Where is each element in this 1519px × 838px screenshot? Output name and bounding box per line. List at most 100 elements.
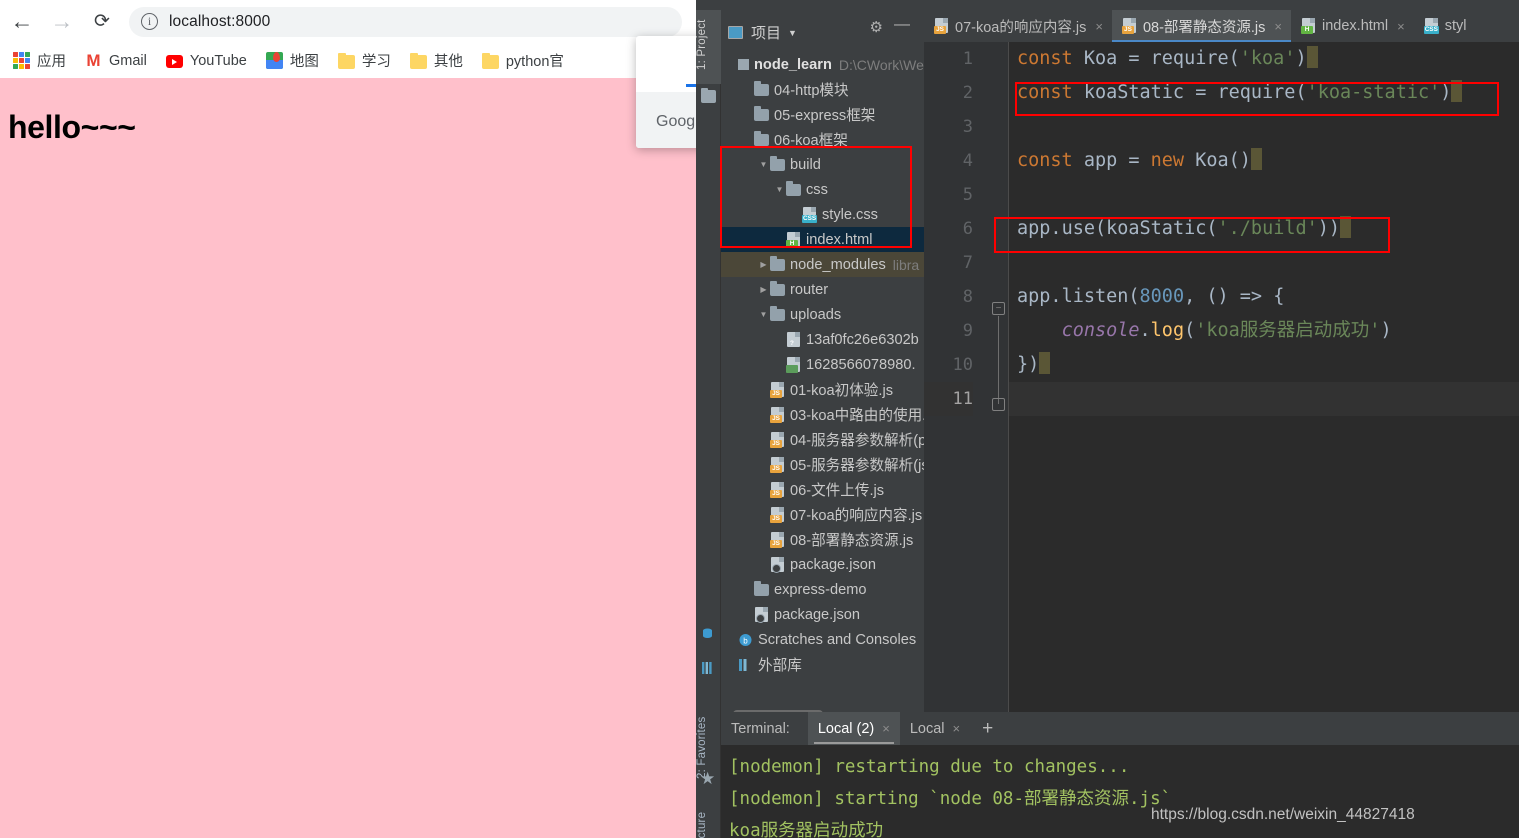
bookmark-youtube[interactable]: YouTube: [165, 53, 247, 69]
forward-arrow-icon[interactable]: →: [44, 4, 80, 40]
bookmark-label: python官: [505, 54, 564, 70]
bookmark-folder-python[interactable]: python官: [481, 50, 564, 71]
tree-row[interactable]: · 外部库: [721, 652, 924, 677]
tree-row[interactable]: ·JS 08-部署静态资源.js: [721, 527, 924, 552]
library-icon[interactable]: [702, 662, 713, 674]
editor-code-area[interactable]: const Koa = require('koa') const koaStati…: [1009, 42, 1519, 712]
chevron-right-icon[interactable]: ▶: [757, 260, 770, 269]
tree-row[interactable]: ▼ css: [721, 177, 924, 202]
tree-row[interactable]: ▼ build: [721, 152, 924, 177]
minimize-icon[interactable]: —: [894, 16, 910, 34]
tree-row[interactable]: · package.json: [721, 602, 924, 627]
bookmark-gmail[interactable]: M Gmail: [85, 51, 146, 70]
tree-row[interactable]: ·JS 03-koa中路由的使用.j: [721, 402, 924, 427]
chevron-down-icon[interactable]: ▼: [788, 28, 797, 38]
code-token: Koa(): [1195, 150, 1251, 171]
folder-icon: [754, 581, 769, 596]
tree-row[interactable]: ·? 13af0fc26e6302b: [721, 327, 924, 352]
tree-row[interactable]: · express-demo: [721, 577, 924, 602]
terminal-tab-label: Local (2): [817, 720, 875, 737]
tree-row-label: 05-express框架: [774, 108, 876, 124]
line-number: 7: [962, 253, 973, 273]
close-icon[interactable]: ×: [953, 721, 961, 736]
bookmark-folder-other[interactable]: 其他: [409, 50, 463, 71]
tree-row[interactable]: · node_learn D:\CWork\We: [721, 52, 924, 77]
sidebar-item-structure[interactable]: ucture: [696, 812, 721, 838]
bookmark-maps[interactable]: 地图: [265, 50, 319, 71]
database-icon[interactable]: [702, 628, 713, 639]
tree-row[interactable]: ·CSSstyle.css: [721, 202, 924, 227]
tree-row[interactable]: ·JS 07-koa的响应内容.js: [721, 502, 924, 527]
folder-icon: [770, 306, 785, 321]
code-token: new: [1150, 150, 1196, 171]
tree-row[interactable]: · 04-http模块: [721, 77, 924, 102]
code-token: app.: [1017, 286, 1062, 307]
html-file-icon: H: [786, 231, 801, 248]
code-token: 'koa服务器启动成功': [1195, 320, 1381, 341]
editor-tab[interactable]: JS 08-部署静态资源.js ×: [1111, 10, 1292, 42]
tree-row[interactable]: ·JS 01-koa初体验.js: [721, 377, 924, 402]
tree-row[interactable]: ▼ uploads: [721, 302, 924, 327]
editor-tab-label: index.html: [1322, 18, 1389, 34]
back-arrow-icon[interactable]: ←: [4, 4, 40, 40]
close-icon[interactable]: ×: [882, 721, 890, 736]
tree-row[interactable]: ·JS 06-文件上传.js: [721, 477, 924, 502]
bookmark-folder-study[interactable]: 学习: [337, 50, 391, 71]
terminal-label: Terminal:: [731, 720, 790, 737]
tree-row[interactable]: ▶ router: [721, 277, 924, 302]
ide-breadcrumb-strip: [696, 0, 1519, 10]
terminal-tab[interactable]: Local ×: [900, 712, 970, 745]
code-token: }): [1017, 354, 1040, 375]
tree-row[interactable]: ·JS 04-服务器参数解析(pa: [721, 427, 924, 452]
fold-marker-close-icon[interactable]: [992, 398, 1005, 411]
code-token: require(: [1150, 48, 1240, 69]
editor-caret-block: [1039, 352, 1051, 374]
tree-row[interactable]: ·Hindex.html: [721, 227, 924, 252]
tree-indent-spacer: ·: [741, 85, 754, 94]
editor-tab[interactable]: JS 07-koa的响应内容.js ×: [924, 10, 1112, 42]
project-file-tree[interactable]: · node_learn D:\CWork\We · 04-http模块 · 05-expr…: [721, 52, 924, 692]
editor-tab-bar[interactable]: JS 07-koa的响应内容.js × JS 08-部署静态资源.js × Hindex.h…: [924, 10, 1519, 42]
tree-row[interactable]: ▶ node_modules libra: [721, 252, 924, 277]
reload-icon[interactable]: ⟳: [84, 4, 120, 40]
code-token: use: [1061, 218, 1095, 239]
editor-tab-label: styl: [1444, 18, 1467, 34]
css-file-icon: CSS: [1423, 18, 1439, 34]
close-icon[interactable]: ×: [1095, 19, 1103, 34]
gear-icon[interactable]: ⚙: [870, 18, 883, 36]
address-bar-url: localhost:8000: [169, 12, 271, 30]
terminal-tab[interactable]: Local (2) ×: [807, 712, 900, 745]
tree-row[interactable]: ·JS 05-服务器参数解析(js: [721, 452, 924, 477]
folder-icon[interactable]: [701, 87, 716, 103]
tree-row-label: router: [790, 281, 829, 298]
tree-row[interactable]: · package.json: [721, 552, 924, 577]
site-info-icon[interactable]: i: [141, 13, 158, 30]
terminal-tab-bar[interactable]: Terminal: Local (2) × Local × +: [721, 712, 1519, 745]
close-icon[interactable]: ×: [1397, 19, 1405, 34]
star-icon[interactable]: ★: [700, 770, 715, 787]
chevron-right-icon[interactable]: ▶: [757, 285, 770, 294]
tree-row[interactable]: · b Scratches and Consoles: [721, 627, 924, 652]
tree-row-label: node_learn: [754, 56, 832, 73]
tree-row[interactable]: · 1628566078980.: [721, 352, 924, 377]
code-line: const app = new Koa(): [1009, 144, 1519, 178]
fold-marker-open-icon[interactable]: −: [992, 302, 1005, 315]
chevron-down-icon[interactable]: ▼: [773, 185, 786, 194]
chevron-down-icon[interactable]: ▼: [757, 310, 770, 319]
close-icon[interactable]: ×: [1274, 19, 1282, 34]
sidebar-item-project[interactable]: 1: Project: [696, 10, 721, 84]
folder-icon: [481, 52, 499, 69]
add-terminal-button[interactable]: +: [982, 718, 993, 740]
tree-row[interactable]: · 05-express框架: [721, 102, 924, 127]
gmail-icon: M: [86, 51, 101, 70]
code-line: const Koa = require('koa'): [1009, 42, 1519, 76]
editor-tab[interactable]: Hindex.html ×: [1291, 10, 1414, 42]
editor-tab[interactable]: CSS styl: [1414, 10, 1476, 42]
tree-row[interactable]: · 06-koa框架: [721, 127, 924, 152]
project-tool-window: 项目 ▼ ⚙ — · node_learn D:\CWork\We · 04-http模…: [721, 10, 924, 718]
chevron-down-icon[interactable]: ▼: [757, 160, 770, 169]
editor-fold-column[interactable]: −: [983, 42, 1009, 712]
address-bar[interactable]: i localhost:8000: [129, 6, 682, 37]
bookmark-apps[interactable]: 应用: [13, 50, 66, 71]
